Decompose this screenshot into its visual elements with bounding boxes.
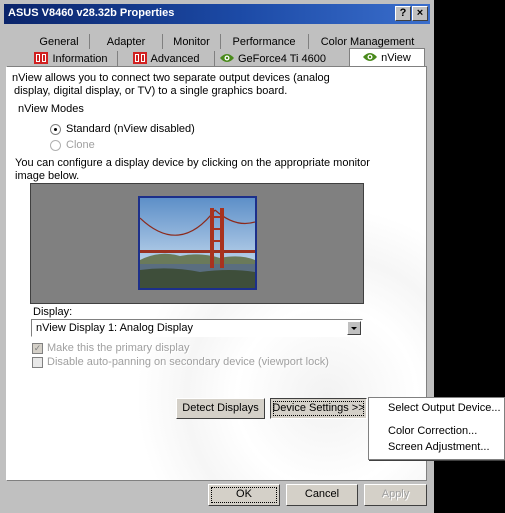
clone-mode-label[interactable]: Clone bbox=[66, 139, 95, 152]
nview-modes-label: nView Modes bbox=[18, 103, 84, 115]
intro-text-line-2: display, digital display, or TV) to a si… bbox=[14, 85, 288, 97]
tab-adapter[interactable]: Adapter bbox=[91, 34, 161, 51]
nvidia-logo-icon bbox=[34, 52, 49, 64]
standard-mode-label[interactable]: Standard (nView disabled) bbox=[66, 123, 195, 136]
display-dropdown-value: nView Display 1: Analog Display bbox=[36, 322, 193, 334]
tab-divider bbox=[308, 34, 309, 49]
window-title: ASUS V8460 v28.32b Properties bbox=[8, 7, 175, 19]
detect-displays-button[interactable]: Detect Displays bbox=[176, 398, 265, 419]
tab-performance[interactable]: Performance bbox=[222, 34, 306, 51]
tab-general[interactable]: General bbox=[30, 34, 88, 51]
menu-item-color-correction[interactable]: Color Correction... bbox=[388, 425, 477, 437]
tab-divider bbox=[162, 34, 163, 49]
tab-nview[interactable]: nView bbox=[349, 48, 425, 68]
apply-button[interactable]: Apply bbox=[364, 484, 427, 506]
device-settings-menu: Select Output Device... Color Correction… bbox=[368, 397, 505, 460]
configure-text-line-2: image below. bbox=[15, 170, 80, 182]
tab-divider bbox=[89, 34, 90, 49]
tab-nview-label: nView bbox=[381, 52, 411, 64]
primary-display-label[interactable]: Make this the primary display bbox=[47, 342, 189, 355]
menu-item-select-output-device[interactable]: Select Output Device... bbox=[388, 402, 501, 414]
dropdown-arrow-icon[interactable] bbox=[347, 321, 361, 335]
primary-display-checkbox[interactable]: ✓ bbox=[32, 343, 43, 354]
tab-advanced-label: Advanced bbox=[150, 53, 200, 65]
tab-divider bbox=[220, 34, 221, 49]
standard-mode-radio[interactable] bbox=[50, 124, 61, 135]
display-dropdown[interactable]: nView Display 1: Analog Display bbox=[31, 319, 363, 337]
cancel-button[interactable]: Cancel bbox=[286, 484, 358, 506]
menu-item-screen-adjustment[interactable]: Screen Adjustment... bbox=[388, 441, 490, 453]
help-button[interactable]: ? bbox=[395, 6, 411, 21]
device-settings-button[interactable]: Device Settings >> bbox=[270, 398, 367, 419]
display-label: Display: bbox=[33, 306, 73, 318]
monitor-image[interactable] bbox=[138, 196, 257, 290]
tab-information-label: Information bbox=[52, 53, 108, 65]
tab-monitor[interactable]: Monitor bbox=[164, 34, 219, 51]
clone-mode-radio[interactable] bbox=[50, 140, 61, 151]
close-button[interactable]: × bbox=[412, 6, 428, 21]
tab-divider bbox=[117, 51, 118, 66]
configure-text-line-1: You can configure a display device by cl… bbox=[15, 157, 370, 169]
tab-divider bbox=[214, 51, 215, 66]
tab-geforce-label: GeForce4 Ti 4600 bbox=[237, 53, 327, 65]
nvidia-logo-icon bbox=[363, 51, 378, 63]
auto-panning-checkbox[interactable] bbox=[32, 357, 43, 368]
golden-gate-bridge-image bbox=[139, 198, 256, 288]
ok-button[interactable]: OK bbox=[208, 484, 280, 506]
nvidia-logo-icon bbox=[132, 52, 147, 64]
auto-panning-label[interactable]: Disable auto-panning on secondary device… bbox=[47, 356, 329, 369]
nvidia-logo-icon bbox=[219, 52, 234, 64]
title-bar[interactable]: ASUS V8460 v28.32b Properties ? × bbox=[4, 4, 430, 24]
intro-text-line-1: nView allows you to connect two separate… bbox=[12, 72, 330, 84]
